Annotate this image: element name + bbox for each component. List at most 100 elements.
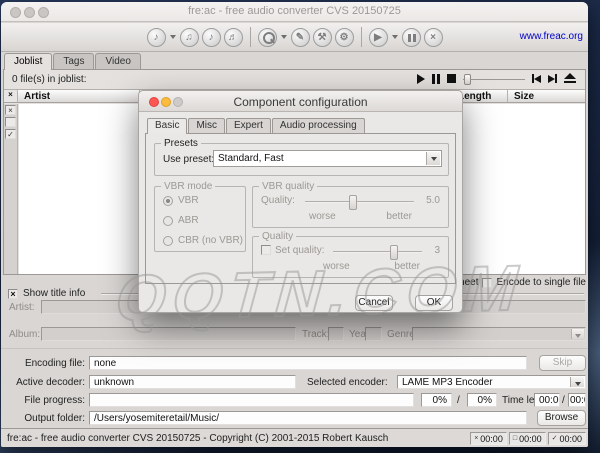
timer-selected: ×00:00 (470, 432, 507, 445)
remove-files-icon[interactable]: ♬ (224, 28, 243, 47)
use-preset-label: Use preset: (163, 154, 214, 165)
add-audio-files-dropdown-icon[interactable] (170, 35, 176, 39)
show-title-info-label: Show title info (23, 288, 85, 299)
slider-thumb[interactable] (349, 195, 357, 210)
file-progress-percent: 0% (467, 393, 497, 407)
track-label: Track: (302, 329, 329, 340)
genre-dropdown[interactable] (412, 327, 586, 341)
year-field[interactable] (365, 327, 382, 341)
chevron-down-icon[interactable] (571, 329, 584, 339)
track-field[interactable] (328, 327, 344, 341)
timer-all: ✓00:00 (548, 432, 586, 445)
active-decoder-label: Active decoder: (1, 377, 85, 388)
cancel-button[interactable]: Cancel (355, 295, 393, 311)
radio-cbr[interactable]: CBR (no VBR) (163, 235, 243, 246)
output-folder-label: Output folder: (1, 413, 85, 424)
general-settings-icon[interactable]: ⚒ (313, 28, 332, 47)
vbr-quality-groupbox: VBR quality Quality: 5.0 worse better (252, 186, 449, 228)
pause-icon[interactable] (432, 74, 440, 84)
tab-video[interactable]: Video (95, 53, 140, 69)
radio-icon (163, 236, 173, 246)
vbr-quality-slider[interactable] (305, 201, 414, 203)
selected-encoder-dropdown[interactable]: LAME MP3 Encoder (397, 375, 586, 389)
radio-abr[interactable]: ABR (163, 215, 199, 226)
output-folder-field[interactable]: /Users/yosemiteretail/Music/ (89, 411, 527, 425)
status-bar: fre:ac - free audio converter CVS 201507… (1, 428, 588, 447)
toggle-selection-button[interactable]: ✓ (5, 129, 16, 139)
dialog-titlebar[interactable]: Component configuration (139, 91, 462, 112)
main-toolbar: ♪ ♫ ♪ ♬ ✎ ⚒ ⚙ ▶ × www.freac.org (1, 23, 588, 52)
cddb-edit-icon[interactable]: ✎ (291, 28, 310, 47)
column-size[interactable]: Size (508, 90, 585, 102)
cddb-query-dropdown-icon[interactable] (281, 35, 287, 39)
status-text: fre:ac - free audio converter CVS 201507… (7, 433, 388, 444)
album-field[interactable] (41, 327, 296, 341)
cddb-query-icon[interactable] (258, 28, 277, 47)
status-timers: ×00:00 □00:00 ✓00:00 (470, 432, 586, 445)
play-icon[interactable] (417, 74, 425, 84)
chevron-down-icon[interactable] (570, 377, 584, 387)
worse-label: worse (309, 211, 336, 222)
preset-dropdown[interactable]: Standard, Fast (213, 150, 442, 167)
pause-encoding-icon[interactable] (402, 28, 421, 47)
radio-icon (163, 216, 173, 226)
add-audio-files-icon[interactable]: ♪ (147, 28, 166, 47)
component-configuration-dialog: Component configuration Basic Misc Exper… (138, 90, 463, 313)
tab-audio-processing[interactable]: Audio processing (272, 118, 365, 133)
stop-icon[interactable] (447, 74, 456, 83)
dialog-title: Component configuration (139, 95, 462, 109)
freac-home-link[interactable]: www.freac.org (520, 31, 583, 42)
previous-track-icon[interactable] (532, 74, 541, 83)
artist-label: Artist: (9, 302, 35, 313)
tab-expert[interactable]: Expert (226, 118, 271, 133)
quality-slider[interactable] (333, 251, 422, 253)
stop-encoding-icon[interactable]: × (424, 28, 443, 47)
set-quality-label: Set quality: (275, 245, 324, 256)
skip-button[interactable]: Skip (539, 355, 586, 371)
file-progress-bar (89, 393, 414, 407)
active-decoder-field: unknown (89, 375, 296, 389)
encode-single-file-checkbox[interactable] (482, 278, 492, 288)
add-audio-cd-icon[interactable]: ♫ (180, 28, 199, 47)
music-track-icon[interactable]: ♪ (202, 28, 221, 47)
seek-slider[interactable] (463, 74, 525, 84)
basic-tab-panel: Presets Use preset: Standard, Fast VBR m… (145, 133, 456, 284)
set-quality-checkbox[interactable] (261, 245, 271, 255)
eject-icon[interactable] (564, 73, 576, 84)
chevron-down-icon[interactable] (426, 152, 440, 165)
encoding-file-label: Encoding file: (1, 358, 85, 369)
select-none-button[interactable] (5, 117, 16, 127)
worse-label: worse (323, 261, 350, 272)
presets-legend: Presets (161, 138, 201, 149)
vbr-quality-legend: VBR quality (259, 181, 317, 192)
column-artist[interactable]: Artist (18, 90, 140, 102)
tab-joblist[interactable]: Joblist (4, 53, 52, 70)
radio-vbr[interactable]: VBR (163, 195, 199, 206)
encoder-settings-icon[interactable]: ⚙ (335, 28, 354, 47)
next-track-icon[interactable] (548, 74, 557, 83)
joblist-count-label: 0 file(s) in joblist: (12, 74, 86, 85)
vbr-mode-legend: VBR mode (161, 181, 215, 192)
browse-button[interactable]: Browse (537, 410, 586, 426)
quality-value: 3 (434, 245, 440, 256)
cue-sheet-row: sheet Encode to single file (454, 277, 586, 288)
encoding-section: Encoding file: none Skip Active decoder:… (1, 348, 588, 429)
show-title-info-checkbox[interactable]: × (8, 289, 18, 299)
start-encoding-icon[interactable]: ▶ (369, 28, 388, 47)
tab-basic[interactable]: Basic (147, 118, 187, 134)
main-titlebar[interactable]: fre:ac - free audio converter CVS 201507… (1, 2, 588, 22)
start-encoding-dropdown-icon[interactable] (392, 35, 398, 39)
quality-legend: Quality (259, 231, 296, 242)
time-left-total: 00:00 (534, 393, 560, 407)
ok-button[interactable]: OK (415, 295, 453, 311)
total-progress-percent: 0% (421, 393, 452, 407)
slider-thumb[interactable] (390, 245, 398, 260)
better-label: better (394, 261, 420, 272)
all-tracks-icon: ✓ (552, 435, 558, 442)
dialog-tab-bar: Basic Misc Expert Audio processing (147, 118, 365, 134)
tab-misc[interactable]: Misc (188, 118, 225, 133)
quality-groupbox: Quality Set quality: 3 worse better (252, 236, 449, 278)
select-all-header-checkbox[interactable]: × (4, 90, 18, 102)
select-all-button[interactable]: × (5, 105, 16, 115)
tab-tags[interactable]: Tags (53, 53, 94, 69)
